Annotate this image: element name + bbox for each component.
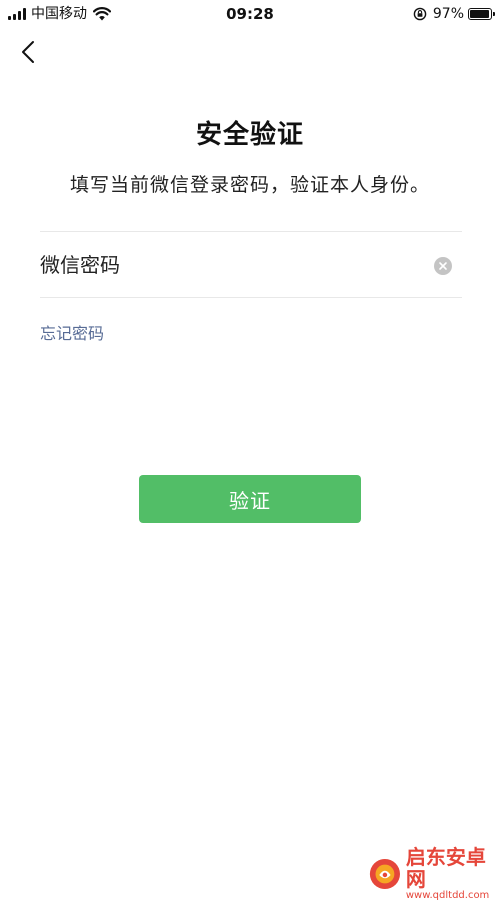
back-button[interactable] — [12, 36, 44, 68]
forgot-password-link[interactable]: 忘记密码 — [40, 320, 104, 344]
watermark-url: www.qdltdd.com — [405, 890, 490, 901]
watermark: 启东安卓网 www.qdltdd.com — [368, 846, 500, 902]
clear-x-mark — [439, 262, 447, 270]
battery-percent: 97% — [432, 6, 464, 22]
page-subtitle: 填写当前微信登录密码，验证本人身份。 — [69, 174, 430, 196]
chevron-left-icon — [22, 41, 34, 63]
watermark-logo-icon — [369, 858, 400, 890]
password-input[interactable] — [40, 240, 420, 290]
verify-button[interactable]: 验证 — [139, 475, 361, 523]
verify-button-label: 验证 — [229, 488, 271, 513]
clear-circle-icon[interactable] — [434, 257, 452, 275]
watermark-text: 启东安卓网 www.qdltdd.com — [406, 846, 500, 902]
input-top-divider — [40, 231, 462, 232]
input-bottom-divider — [40, 297, 462, 298]
battery-icon — [468, 8, 495, 20]
watermark-title: 启东安卓网 — [405, 845, 486, 891]
status-bar: 中国移动 09:28 97% — [0, 0, 500, 28]
status-right: 97% — [413, 5, 495, 23]
page-title: 安全验证 — [195, 120, 304, 150]
rotation-lock-icon — [413, 7, 427, 21]
battery-fill — [470, 10, 490, 18]
